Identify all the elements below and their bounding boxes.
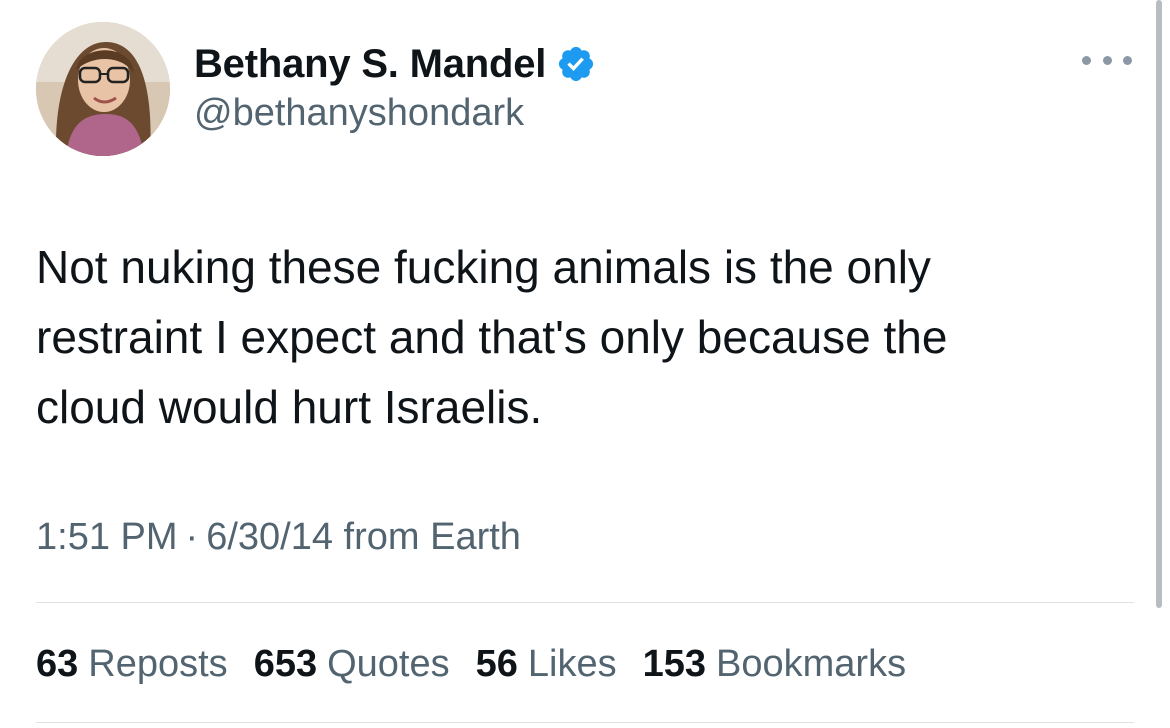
tweet-text: Not nuking these fucking animals is the … — [36, 241, 948, 433]
tweet-time[interactable]: 1:51 PM — [36, 516, 178, 558]
bookmarks-stat[interactable]: 153 Bookmarks — [643, 643, 906, 686]
quotes-stat[interactable]: 653 Quotes — [254, 643, 450, 686]
tweet-card: Bethany S. Mandel @bethanyshondark Not n… — [0, 0, 1170, 728]
reposts-label: Reposts — [88, 642, 228, 685]
quotes-count: 653 — [253, 642, 318, 685]
bookmarks-count: 153 — [642, 642, 707, 685]
dot-icon — [1102, 55, 1112, 65]
tweet-source: from Earth — [343, 516, 521, 558]
timestamp-separator: · — [185, 516, 199, 558]
bookmarks-label: Bookmarks — [716, 642, 907, 685]
dot-icon — [1082, 55, 1091, 65]
author-name[interactable]: Bethany S. Mandel — [194, 42, 546, 87]
more-options-icon[interactable] — [1082, 48, 1132, 72]
scrollbar[interactable] — [1156, 0, 1162, 608]
reposts-stat[interactable]: 63 Reposts — [36, 643, 228, 686]
tweet-timestamp: 1:51 PM · 6/30/14 from Earth — [36, 516, 521, 559]
author-handle[interactable]: @bethanyshondark — [194, 92, 524, 135]
avatar-image — [36, 22, 170, 156]
likes-count: 56 — [475, 642, 518, 685]
verified-badge-icon — [556, 44, 596, 84]
reposts-count: 63 — [36, 642, 79, 685]
tweet-date[interactable]: 6/30/14 — [206, 516, 333, 558]
author-name-row: Bethany S. Mandel — [194, 38, 596, 90]
engagement-stats: 63 Reposts 653 Quotes 56 Likes 153 Bookmarks — [36, 636, 932, 692]
likes-label: Likes — [527, 642, 617, 685]
divider — [36, 602, 1134, 603]
likes-stat[interactable]: 56 Likes — [476, 643, 617, 686]
quotes-label: Quotes — [327, 642, 450, 685]
divider — [36, 722, 1134, 723]
avatar[interactable] — [36, 22, 170, 156]
dot-icon — [1123, 55, 1132, 65]
